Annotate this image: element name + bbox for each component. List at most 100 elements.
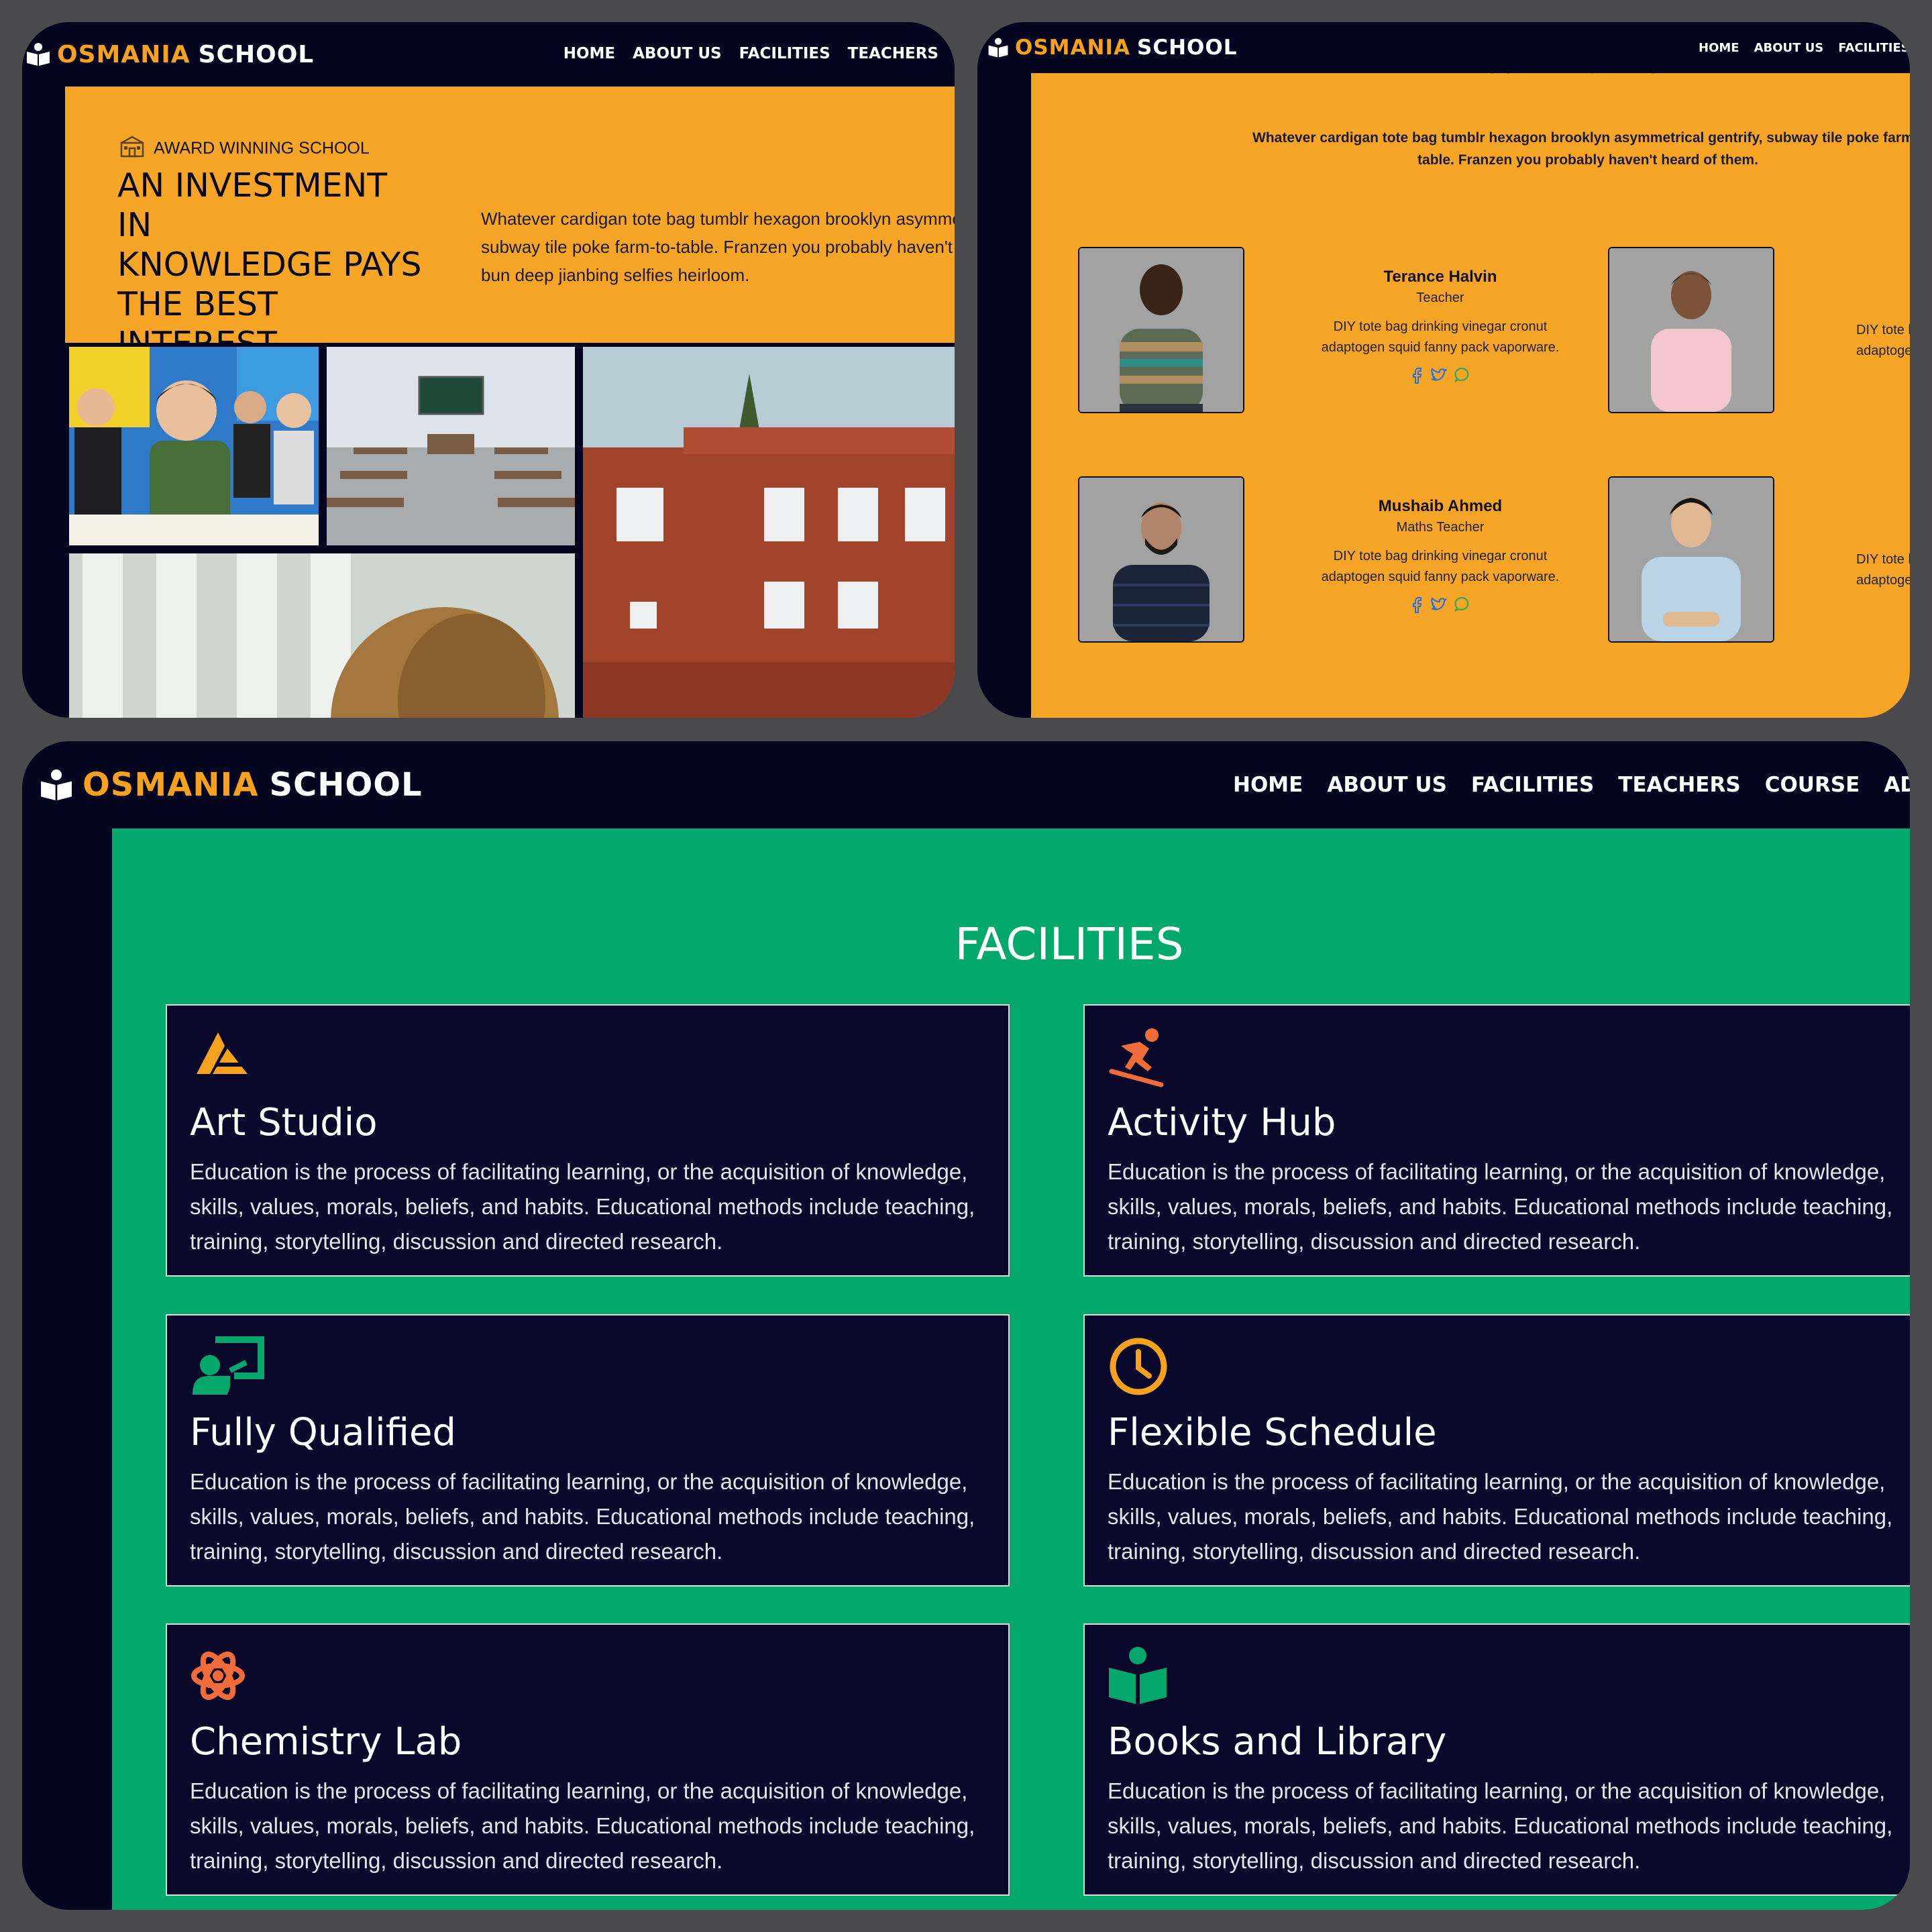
- photo-classroom: [327, 347, 575, 545]
- facebook-icon[interactable]: [1409, 596, 1424, 616]
- card-description: Education is the process of facilitating…: [190, 1155, 995, 1259]
- teacher-photo: [1608, 247, 1774, 413]
- description-line: bun deep jianbing selfies heirloom.: [481, 265, 750, 285]
- twitter-icon[interactable]: [1430, 596, 1448, 616]
- description-line: Education is the process of facilitating…: [190, 1469, 968, 1494]
- nav-facilities[interactable]: FACILITIES: [739, 45, 830, 62]
- nav-teachers[interactable]: TEACHERS: [848, 45, 938, 62]
- card-description: Education is the process of facilitating…: [1108, 1774, 1910, 1878]
- award-text: AWARD WINNING SCHOOL: [154, 139, 370, 158]
- photo-gallery: [65, 343, 955, 718]
- nav-about[interactable]: ABOUT US: [1754, 41, 1824, 55]
- bio-line: adaptogen sq: [1856, 573, 1910, 588]
- description-line: training, storytelling, discussion and d…: [190, 1539, 723, 1564]
- reader-icon: [1108, 1645, 1168, 1709]
- bio-line: DIY tote bag drinking vinegar cronut: [1333, 319, 1548, 334]
- card-description: Education is the process of facilitating…: [190, 1464, 995, 1569]
- facility-card: Flexible Schedule Education is the proce…: [1083, 1314, 1910, 1587]
- teacher-card-partial: E DIY tote bag adaptogen sq: [1856, 268, 1910, 415]
- description-line: skills, values, morals, beliefs, and hab…: [1108, 1813, 1893, 1838]
- description-line: subway tile poke farm-to-table. Franzen …: [481, 237, 953, 257]
- chat-icon[interactable]: [1454, 366, 1471, 387]
- description-line: table. Franzen you probably haven't hear…: [1417, 152, 1758, 168]
- description-line: skills, values, morals, beliefs, and hab…: [190, 1194, 975, 1219]
- clock-icon: [1108, 1336, 1169, 1401]
- hero-description: Whatever cardigan tote bag tumblr hexago…: [481, 205, 955, 289]
- teacher-bio: DIY tote bag adaptogen sq: [1856, 549, 1910, 591]
- card-title: Art Studio: [190, 1101, 378, 1144]
- nav-home[interactable]: HOME: [564, 45, 615, 62]
- description-line: Whatever cardigan tote bag tumblr hexago…: [481, 209, 955, 229]
- card-title: Chemistry Lab: [190, 1720, 462, 1764]
- teachers-description: Whatever cardigan tote bag tumblr hexago…: [1252, 127, 1910, 171]
- description-line: training, storytelling, discussion and d…: [190, 1229, 723, 1254]
- description-line: skills, values, morals, beliefs, and hab…: [190, 1504, 975, 1529]
- bio-line: DIY tote bag drinking vinegar cronut: [1333, 549, 1548, 564]
- teacher-bio: DIY tote bag drinking vinegar cronut ada…: [1299, 546, 1581, 588]
- description-line: Education is the process of facilitating…: [1108, 1159, 1886, 1184]
- navbar: OSMANIA SCHOOL HOME ABOUT US FACILITIES …: [22, 22, 955, 87]
- facility-card: Chemistry Lab Education is the process o…: [166, 1623, 1010, 1896]
- teacher-role: Teacher: [1416, 290, 1464, 305]
- nav-home[interactable]: HOME: [1233, 773, 1303, 797]
- card-description: Education is the process of facilitating…: [190, 1774, 995, 1878]
- nav-about[interactable]: ABOUT US: [633, 45, 722, 62]
- panel-teachers: OUR TEACHERS Whatever cardigan tote bag …: [977, 22, 1910, 718]
- chat-icon[interactable]: [1454, 596, 1471, 616]
- nav-teachers[interactable]: TEACHERS: [1618, 773, 1740, 797]
- teacher-name: Mushaib Ahmed: [1378, 497, 1503, 515]
- brand-word-1: OSMANIA: [1015, 36, 1130, 60]
- card-title: Fully Qualified: [190, 1411, 456, 1454]
- nav-home[interactable]: HOME: [1699, 41, 1739, 55]
- atom-icon: [190, 1645, 246, 1710]
- description-line: training, storytelling, discussion and d…: [1108, 1539, 1641, 1564]
- facility-card: Art Studio Education is the process of f…: [166, 1004, 1010, 1277]
- nav-course[interactable]: COURSE: [1765, 773, 1860, 797]
- description-line: Education is the process of facilitating…: [190, 1778, 968, 1803]
- card-description: Education is the process of facilitating…: [1108, 1155, 1910, 1259]
- panel-hero: OSMANIA SCHOOL HOME ABOUT US FACILITIES …: [22, 22, 955, 718]
- social-links: [1299, 596, 1581, 616]
- brand-logo[interactable]: OSMANIA SCHOOL: [987, 36, 1237, 60]
- nav-facilities[interactable]: FACILITIES: [1471, 773, 1594, 797]
- headline-line: KNOWLEDGE PAYS: [117, 246, 422, 284]
- description-line: Education is the process of facilitating…: [190, 1159, 968, 1184]
- book-reader-icon: [38, 767, 74, 803]
- brand-logo[interactable]: OSMANIA SCHOOL: [38, 766, 423, 804]
- card-title: Books and Library: [1108, 1720, 1447, 1764]
- navbar: OSMANIA SCHOOL HOME ABOUT US FACILITIES …: [977, 22, 1910, 73]
- photo-school-building: [583, 347, 955, 718]
- teacher-photo: [1078, 476, 1244, 643]
- description-line: Whatever cardigan tote bag tumblr hexago…: [1252, 130, 1910, 146]
- nav-admission[interactable]: ADMISSIO: [1884, 773, 1910, 797]
- card-description: Education is the process of facilitating…: [1108, 1464, 1910, 1569]
- card-title: Activity Hub: [1108, 1101, 1336, 1144]
- teachers-section: OUR TEACHERS Whatever cardigan tote bag …: [1031, 56, 1910, 718]
- brand-word-1: OSMANIA: [57, 40, 191, 68]
- facebook-icon[interactable]: [1409, 366, 1424, 387]
- nav-facilities[interactable]: FACILITIES: [1838, 41, 1909, 55]
- art-icon: [190, 1026, 250, 1083]
- teacher-photo: [1078, 247, 1244, 413]
- twitter-icon[interactable]: [1430, 366, 1448, 387]
- description-line: skills, values, morals, beliefs, and hab…: [1108, 1194, 1893, 1219]
- nav-about[interactable]: ABOUT US: [1327, 773, 1447, 797]
- description-line: Education is the process of facilitating…: [1108, 1778, 1886, 1803]
- photo-students: [69, 347, 319, 545]
- teacher-name: Terance Halvin: [1383, 268, 1497, 286]
- description-line: Education is the process of facilitating…: [1108, 1469, 1886, 1494]
- school-building-icon: [119, 135, 146, 162]
- teacher-photo: [1608, 476, 1774, 643]
- navbar: OSMANIA SCHOOL HOME ABOUT US FACILITIES …: [22, 741, 1910, 828]
- book-reader-icon: [25, 41, 52, 68]
- brand-logo[interactable]: OSMANIA SCHOOL: [25, 41, 314, 68]
- bio-line: DIY tote bag: [1856, 323, 1910, 337]
- social-links: [1299, 366, 1581, 387]
- snowboarder-icon: [1108, 1026, 1169, 1091]
- facilities-section: FACILITIES Art Studio Education is the p…: [112, 828, 1910, 1910]
- teacher-card: Terance Halvin Teacher DIY tote bag drin…: [1299, 268, 1581, 387]
- teacher-board-icon: [190, 1336, 265, 1399]
- description-line: skills, values, morals, beliefs, and hab…: [1108, 1504, 1893, 1529]
- teacher-bio: DIY tote bag adaptogen sq: [1856, 320, 1910, 362]
- card-title: Flexible Schedule: [1108, 1411, 1437, 1454]
